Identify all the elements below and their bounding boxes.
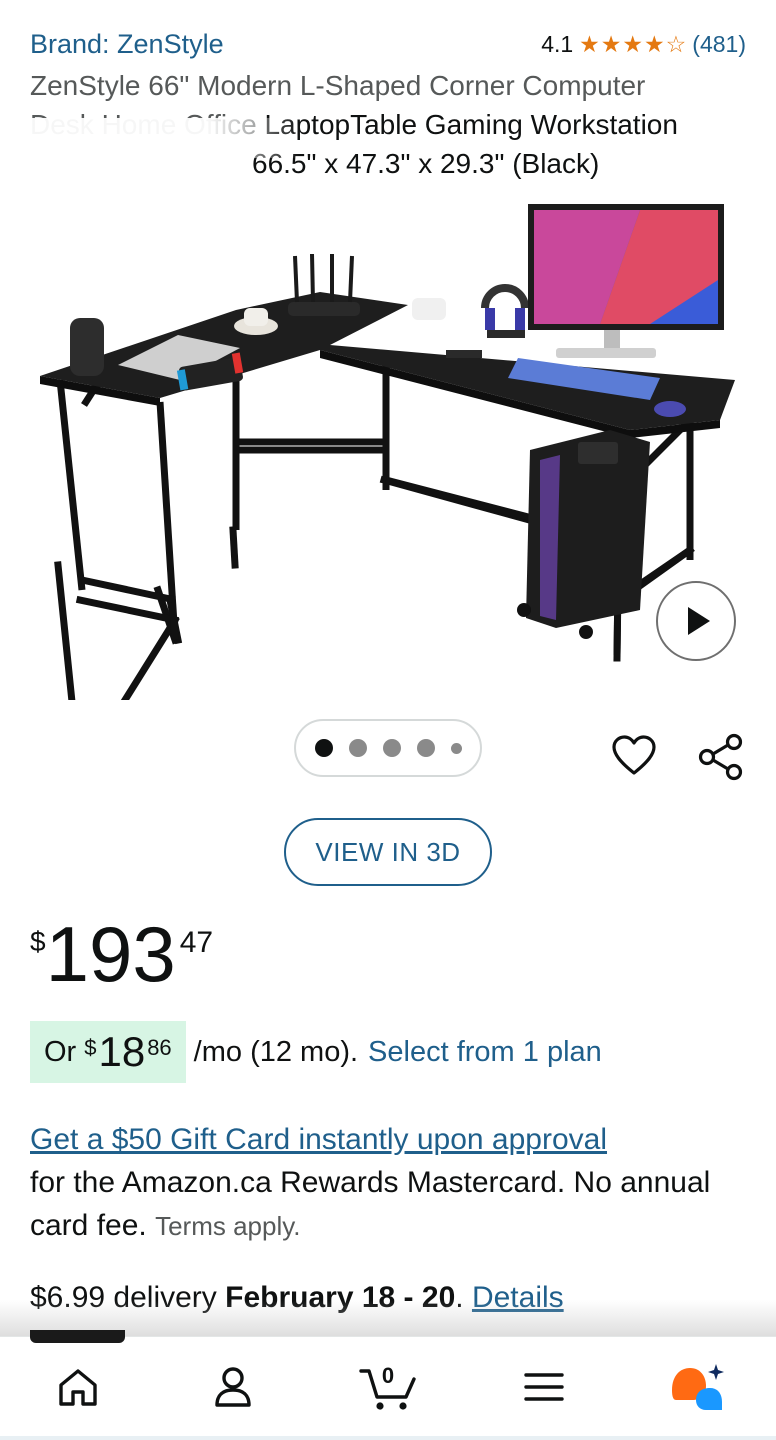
gift-card-body: for the Amazon.ca Rewards Mastercard. No… xyxy=(30,1166,711,1242)
installment-price-pill: Or $ 18 86 xyxy=(30,1021,186,1083)
account-icon xyxy=(215,1367,251,1407)
nav-home[interactable] xyxy=(48,1357,108,1417)
star-full-icon: ★ xyxy=(579,30,600,57)
share-button[interactable] xyxy=(696,732,746,787)
share-icon xyxy=(698,733,743,781)
rating-count-link[interactable]: (481) xyxy=(692,31,746,58)
nav-cart[interactable]: 0 xyxy=(356,1357,420,1417)
installment-whole: 18 xyxy=(98,1028,146,1075)
star-full-icon: ★ xyxy=(600,30,622,57)
nav-account[interactable] xyxy=(203,1357,263,1417)
gift-card-offer: Get a $50 Gift Card instantly upon appro… xyxy=(30,1118,750,1248)
star-empty-icon: ☆ xyxy=(665,30,687,57)
installment-or-label: Or xyxy=(44,1035,77,1068)
price-fraction: 47 xyxy=(179,926,214,959)
play-icon xyxy=(688,607,710,635)
price-currency: $ xyxy=(30,926,46,957)
product-title-line-3-text: 66.5" x 47.3" x 29.3" (Black) xyxy=(252,148,600,179)
star-rating-icon: ★ ★ ★ ★ ☆ xyxy=(579,30,687,57)
nav-rufus-ai[interactable] xyxy=(666,1357,726,1417)
brand-rating-row: Brand: ZenStyle 4.1 ★ ★ ★ ★ ☆ (481) xyxy=(30,26,746,62)
menu-icon xyxy=(524,1373,564,1401)
select-plan-link[interactable]: Select from 1 plan xyxy=(368,1036,602,1069)
installment-term: /mo (12 mo). xyxy=(193,1035,359,1068)
product-title-line-2-dark: LaptopTable Gaming Workstation xyxy=(264,109,678,140)
view-in-3d-button[interactable]: VIEW IN 3D xyxy=(284,818,492,886)
rufus-ai-icon xyxy=(672,1364,724,1410)
price: $ 193 47 xyxy=(30,912,213,996)
installment-offer: Or $ 18 86 /mo (12 mo). Select from 1 pl… xyxy=(30,1021,602,1083)
home-icon xyxy=(59,1369,97,1406)
carousel-dot[interactable] xyxy=(348,739,367,757)
rating-value: 4.1 xyxy=(541,30,574,57)
installment-currency: $ xyxy=(84,1035,97,1060)
bottom-edge xyxy=(0,1436,776,1440)
price-whole: 193 xyxy=(45,910,176,998)
terms-apply-text: Terms apply. xyxy=(155,1211,301,1241)
favorite-button[interactable] xyxy=(610,732,658,785)
image-carousel-dots[interactable] xyxy=(294,719,482,777)
carousel-dot[interactable] xyxy=(450,742,462,754)
star-full-icon: ★ xyxy=(622,30,644,57)
star-full-icon: ★ xyxy=(644,30,665,57)
play-video-button[interactable] xyxy=(656,581,736,661)
nav-menu[interactable] xyxy=(514,1357,574,1417)
heart-icon xyxy=(612,735,656,775)
bottom-navigation-bar: 0 xyxy=(0,1336,776,1440)
carousel-dot-active[interactable] xyxy=(314,739,333,757)
carousel-dot[interactable] xyxy=(382,739,401,757)
carousel-dot[interactable] xyxy=(416,739,435,757)
title-fade-overlay xyxy=(0,118,300,158)
cart-count: 0 xyxy=(381,1363,395,1388)
product-header: Brand: ZenStyle 4.1 ★ ★ ★ ★ ☆ (481) ZenS… xyxy=(30,26,746,183)
installment-fraction: 86 xyxy=(147,1035,172,1060)
gift-card-link[interactable]: Get a $50 Gift Card instantly upon appro… xyxy=(30,1123,607,1156)
product-title-line-1: ZenStyle 66" Modern L-Shaped Corner Comp… xyxy=(30,70,646,101)
rating-summary[interactable]: 4.1 ★ ★ ★ ★ ☆ (481) xyxy=(541,31,746,58)
brand-link[interactable]: Brand: ZenStyle xyxy=(30,29,224,60)
active-tab-indicator xyxy=(30,1330,125,1343)
